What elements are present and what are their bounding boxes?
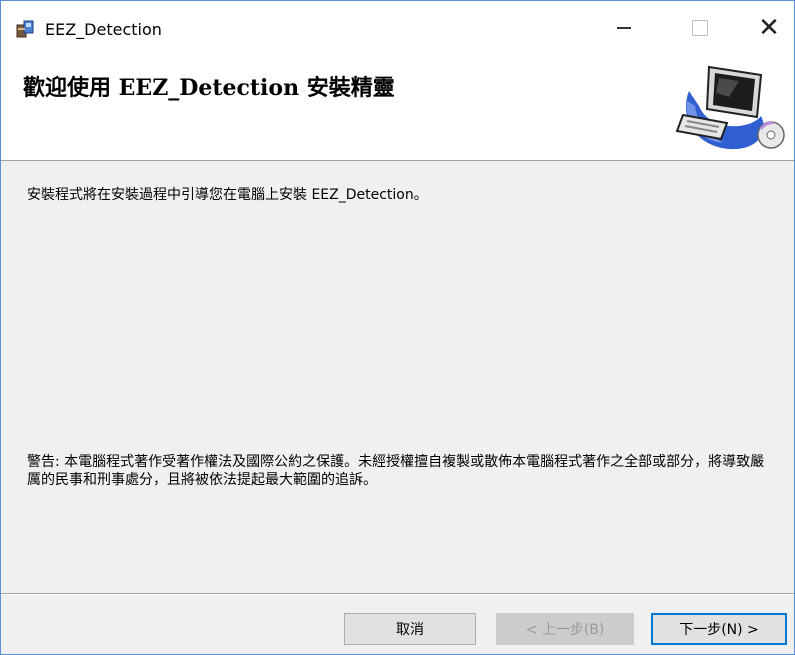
window-title: EEZ_Detection [45, 20, 162, 39]
installer-icon [16, 20, 34, 38]
minimize-button[interactable] [601, 5, 647, 51]
wizard-header: 歡迎使用 EEZ_Detection 安裝精靈 [1, 59, 794, 161]
footer-divider [1, 593, 794, 595]
close-icon: ✕ [758, 13, 780, 43]
back-button[interactable]: < 上一步(B) [496, 613, 634, 645]
close-button[interactable]: ✕ [746, 5, 792, 51]
copyright-warning: 警告: 本電腦程式著作受著作權法及國際公約之保護。未經授權擅自複製或散佈本電腦程… [27, 454, 765, 488]
next-button[interactable]: 下一步(N) > [651, 613, 787, 645]
intro-text: 安裝程式將在安裝過程中引導您在電腦上安裝 EEZ_Detection。 [27, 187, 428, 203]
installer-window: EEZ_Detection ✕ 歡迎使用 EEZ_Detection 安裝精靈 [0, 0, 795, 655]
title-bar[interactable]: EEZ_Detection ✕ [1, 1, 794, 59]
page-title: 歡迎使用 EEZ_Detection 安裝精靈 [23, 75, 395, 101]
minimize-icon [617, 27, 631, 29]
cancel-button[interactable]: 取消 [344, 613, 476, 645]
maximize-icon [692, 20, 708, 36]
maximize-button[interactable] [677, 5, 723, 51]
computer-setup-icon [675, 65, 785, 150]
